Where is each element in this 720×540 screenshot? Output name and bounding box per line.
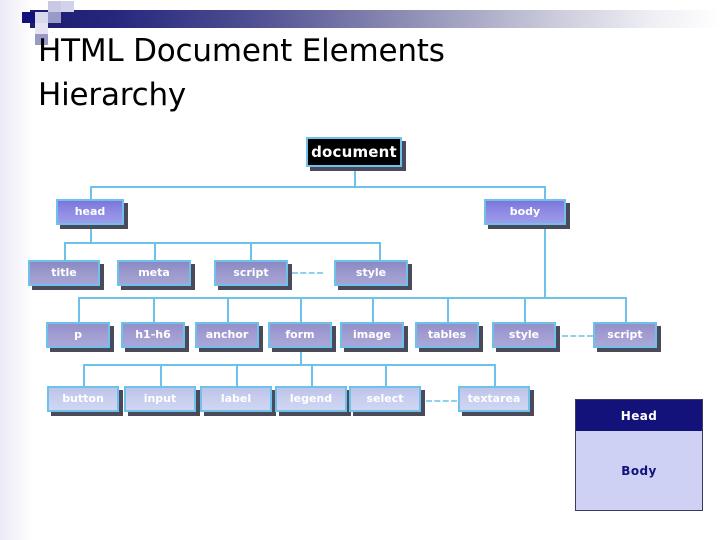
connector-form-drop [300,297,302,322]
connector-level4-bus [83,364,495,366]
header-gradient-bar [30,10,720,28]
node-script-label: script [233,266,269,279]
connector-textarea-drop [494,364,496,386]
node-tables[interactable]: tables [415,322,479,348]
node-document[interactable]: document [306,137,402,167]
head-body-body-section: Body [576,431,702,510]
connector-label-drop [236,364,238,386]
node-anchor-label: anchor [205,328,249,341]
node-meta[interactable]: meta [117,260,191,286]
square-dark-navy [22,12,35,23]
node-head-label: head [74,205,106,218]
slide-canvas: HTML Document Elements Hierarchy documen… [0,0,720,540]
connector-level3-bus [78,297,627,299]
node-input-label: input [143,392,177,405]
node-title[interactable]: title [28,260,100,286]
page-title: HTML Document Elements Hierarchy [38,33,445,114]
connector-input-drop [160,364,162,386]
dashed-connector-style-script [562,335,593,337]
connector-anchor-drop [227,297,229,322]
connector-button-drop [83,364,85,386]
node-legend[interactable]: legend [275,386,347,412]
node-label-label: label [220,392,252,405]
connector-level1-bus [90,186,546,188]
head-body-diagram: Head Body [575,399,703,511]
node-head[interactable]: head [56,199,124,225]
node-script-body[interactable]: script [593,322,657,348]
node-form-label: form [285,328,315,341]
node-h1h6-label: h1-h6 [135,328,171,341]
node-image-label: image [353,328,391,341]
connector-h1h6-drop [153,297,155,322]
node-meta-label: meta [138,266,170,279]
connector-title-drop [64,242,66,261]
node-h1h6[interactable]: h1-h6 [121,322,185,348]
node-document-label: document [311,143,397,161]
connector-style2-drop [524,297,526,322]
connector-head-drop [90,186,92,200]
node-form[interactable]: form [268,322,332,348]
node-button-label: button [62,392,104,405]
dashed-connector-script-style [292,272,323,274]
connector-script-drop [250,242,252,261]
node-title-label: title [51,266,77,279]
node-select-label: select [366,392,404,405]
node-style-body[interactable]: style [492,322,556,348]
node-style-body-label: style [508,328,540,341]
square-mid-1 [48,12,61,23]
square-pale-4 [61,1,74,12]
connector-meta-drop [154,242,156,261]
node-tables-label: tables [427,328,467,341]
node-button[interactable]: button [47,386,119,412]
node-textarea-label: textarea [467,392,521,405]
node-script-body-label: script [607,328,643,341]
dashed-connector-select-textarea [426,400,457,402]
connector-script2-drop [625,297,627,322]
node-p-label: p [74,328,82,341]
node-p[interactable]: p [46,322,110,348]
node-body-label: body [509,205,541,218]
node-select[interactable]: select [349,386,421,412]
node-script[interactable]: script [214,260,288,286]
connector-body-drop [544,186,546,200]
node-style[interactable]: style [334,260,408,286]
square-pale-2 [48,1,61,12]
square-pale-1 [35,12,48,23]
connector-select-drop [385,364,387,386]
node-style-label: style [355,266,387,279]
connector-image-drop [372,297,374,322]
head-body-head-section: Head [576,400,702,431]
node-input[interactable]: input [124,386,196,412]
connector-level2-bus [64,242,381,244]
node-body[interactable]: body [484,199,566,225]
node-anchor[interactable]: anchor [195,322,259,348]
node-textarea[interactable]: textarea [458,386,530,412]
head-body-body-label: Body [621,463,657,478]
connector-tables-drop [447,297,449,322]
node-legend-label: legend [289,392,333,405]
connector-legend-drop [311,364,313,386]
node-label[interactable]: label [200,386,272,412]
node-image[interactable]: image [340,322,404,348]
connector-style-drop [379,242,381,261]
connector-body-down [544,226,546,298]
head-body-head-label: Head [620,408,658,423]
connector-p-drop [78,297,80,322]
